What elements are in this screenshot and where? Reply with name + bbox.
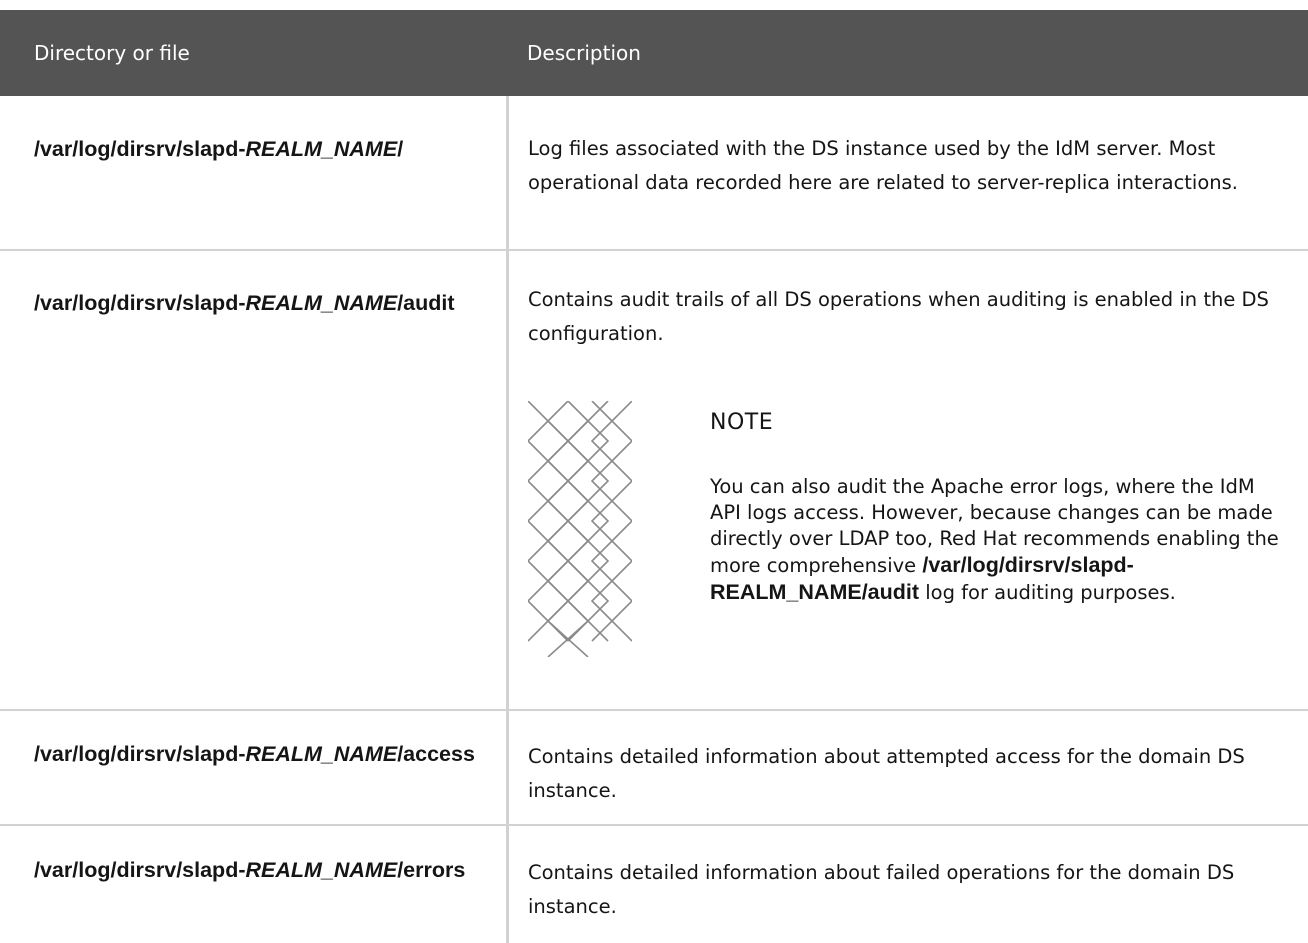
- row-divider: [0, 824, 1308, 826]
- note-body: You can also audit the Apache error logs…: [710, 474, 1290, 606]
- header-directory-or-file: Directory or file: [34, 41, 190, 65]
- path-suffix: /: [397, 137, 404, 161]
- table-row-path: /var/log/dirsrv/slapd-REALM_NAME/: [34, 132, 484, 166]
- path-prefix: /var/log/dirsrv/slapd-: [34, 291, 246, 315]
- table-row-path: /var/log/dirsrv/slapd-REALM_NAME/audit: [34, 286, 484, 320]
- path-prefix: /var/log/dirsrv/slapd-: [34, 742, 246, 766]
- path-variable: REALM_NAME: [245, 291, 398, 315]
- table-row-description: Contains detailed information about atte…: [528, 745, 1245, 802]
- table-row-description: Log files associated with the DS instanc…: [528, 137, 1238, 194]
- table-row-path: /var/log/dirsrv/slapd-REALM_NAME/access: [34, 737, 484, 771]
- table-row-description: Contains detailed information about fail…: [528, 861, 1235, 918]
- table-row-description: Contains audit trails of all DS operatio…: [528, 288, 1269, 345]
- table-header: Directory or file Description: [0, 10, 1308, 96]
- path-suffix: /audit: [397, 291, 455, 315]
- header-description: Description: [527, 41, 641, 65]
- top-strip: [0, 0, 1308, 10]
- path-prefix: /var/log/dirsrv/slapd-: [34, 858, 246, 882]
- note-tail: log for auditing purposes.: [925, 581, 1176, 604]
- path-variable: REALM_NAME: [245, 742, 398, 766]
- path-variable: REALM_NAME: [245, 137, 398, 161]
- note-title: NOTE: [710, 410, 774, 435]
- path-suffix: /errors: [397, 858, 466, 882]
- table-row-path: /var/log/dirsrv/slapd-REALM_NAME/errors: [34, 853, 484, 887]
- row-divider: [0, 709, 1308, 711]
- row-divider: [0, 249, 1308, 251]
- column-divider: [506, 96, 509, 943]
- path-suffix: /access: [397, 742, 475, 766]
- path-variable: REALM_NAME: [245, 858, 398, 882]
- note-pattern-icon: [528, 401, 632, 657]
- path-prefix: /var/log/dirsrv/slapd-: [34, 137, 246, 161]
